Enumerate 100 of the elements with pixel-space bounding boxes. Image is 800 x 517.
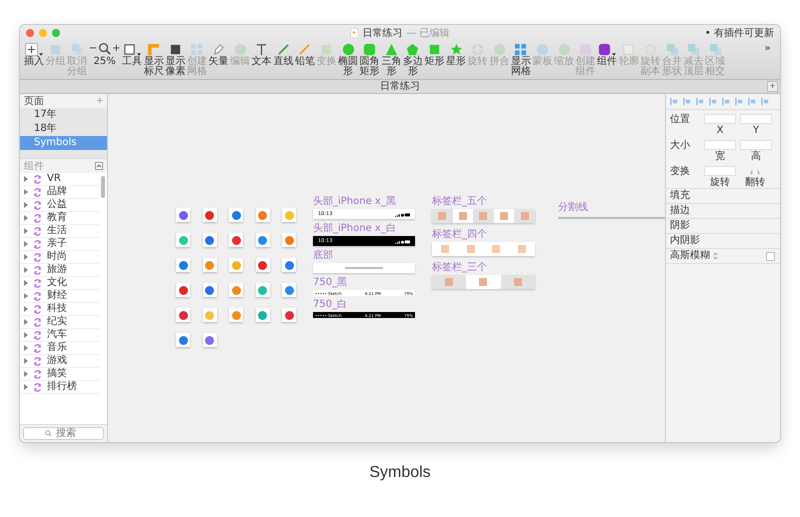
toolbar-button[interactable]: 矩形 — [424, 41, 444, 67]
layer-item[interactable]: 游戏 — [20, 355, 99, 368]
disclosure-icon[interactable] — [24, 371, 28, 377]
disclosure-icon[interactable] — [24, 228, 28, 234]
align-icon[interactable] — [670, 97, 679, 106]
collapse-icon[interactable] — [95, 162, 103, 170]
zoom-in-button[interactable]: + — [112, 44, 121, 54]
icon-tile[interactable] — [176, 283, 190, 297]
disclosure-icon[interactable] — [24, 306, 28, 312]
input-field[interactable] — [704, 166, 736, 176]
disclosure-icon[interactable] — [24, 332, 28, 338]
layer-item[interactable]: 搞笑 — [20, 368, 99, 381]
disclosure-icon[interactable] — [24, 293, 28, 299]
toolbar-button[interactable]: 显示网格 — [510, 41, 531, 77]
inspector-section[interactable]: 阴影 — [666, 218, 780, 233]
zoom-button[interactable] — [52, 28, 60, 36]
toolbar-button[interactable]: 工具 — [122, 41, 142, 67]
layer-item[interactable]: VR — [20, 173, 99, 186]
icon-tile[interactable] — [282, 283, 296, 297]
toolbar-button[interactable]: 椭圆形 — [338, 41, 358, 77]
more-tools-button[interactable]: » — [759, 41, 776, 54]
layer-item[interactable]: 财经 — [20, 290, 99, 303]
align-icon[interactable] — [748, 97, 757, 106]
toolbar-button[interactable]: 直线 — [273, 41, 294, 67]
flip-icon[interactable] — [748, 168, 762, 174]
icon-tile[interactable] — [202, 283, 216, 297]
layer-item[interactable]: 排行榜 — [20, 381, 99, 394]
icon-tile[interactable] — [256, 308, 270, 322]
toolbar-button[interactable]: 圆角矩形 — [360, 41, 380, 77]
icon-tile[interactable] — [256, 258, 270, 272]
icon-tile[interactable] — [176, 208, 190, 222]
toolbar-button[interactable]: 铅笔 — [294, 41, 315, 67]
toolbar-button[interactable]: 显示标尺 — [144, 41, 164, 77]
input-field[interactable] — [704, 140, 736, 150]
icon-tile[interactable] — [176, 333, 190, 347]
align-icon[interactable] — [722, 97, 731, 106]
layer-item[interactable]: 公益 — [20, 199, 99, 212]
tab-bar-symbol[interactable] — [432, 275, 535, 289]
input-field[interactable] — [704, 114, 736, 124]
toolbar-button[interactable]: 多边形 — [402, 41, 423, 77]
plugin-update-notice[interactable]: • 有插件可更新 — [704, 26, 774, 40]
align-icon[interactable] — [735, 97, 744, 106]
disclosure-icon[interactable] — [24, 189, 28, 195]
blur-label[interactable]: 高斯模糊 — [670, 249, 710, 263]
icon-tile[interactable] — [202, 233, 216, 247]
search-icon[interactable] — [98, 42, 112, 55]
inspector-section[interactable]: 描边 — [666, 203, 780, 218]
toolbar-button[interactable]: 插入 — [24, 41, 44, 67]
icon-tile[interactable] — [256, 283, 270, 297]
disclosure-icon[interactable] — [24, 215, 28, 221]
disclosure-icon[interactable] — [24, 254, 28, 260]
icon-tile[interactable] — [282, 233, 296, 247]
tab-bar-symbol[interactable] — [432, 242, 535, 256]
layer-item[interactable]: 时尚 — [20, 251, 99, 264]
disclosure-icon[interactable] — [24, 176, 28, 182]
align-icon[interactable] — [761, 97, 770, 106]
zoom-control[interactable]: − + 25% — [88, 41, 121, 67]
icon-tile[interactable] — [176, 233, 190, 247]
icon-tile[interactable] — [256, 208, 270, 222]
disclosure-icon[interactable] — [24, 202, 28, 208]
icon-tile[interactable] — [229, 233, 243, 247]
icon-tile[interactable] — [202, 333, 216, 347]
close-button[interactable] — [26, 28, 34, 36]
icon-tile[interactable] — [202, 308, 216, 322]
toolbar-button[interactable]: 组件 — [597, 41, 618, 67]
layer-item[interactable]: 亲子 — [20, 238, 99, 251]
icon-tile[interactable] — [282, 258, 296, 272]
disclosure-icon[interactable] — [24, 358, 28, 364]
checkbox[interactable] — [766, 252, 775, 260]
layer-item[interactable]: 教育 — [20, 212, 99, 225]
layer-item[interactable]: 汽车 — [20, 329, 99, 342]
icon-tile[interactable] — [229, 258, 243, 272]
align-icon[interactable] — [696, 97, 705, 106]
icon-tile[interactable] — [256, 233, 270, 247]
input-field[interactable] — [740, 114, 772, 124]
page-item[interactable]: 18年 — [20, 122, 107, 136]
layer-item[interactable]: 品牌 — [20, 186, 99, 199]
disclosure-icon[interactable] — [24, 267, 28, 273]
home-bar-symbol[interactable] — [313, 263, 415, 273]
disclosure-icon[interactable] — [24, 384, 28, 390]
add-tab-button[interactable]: + — [767, 81, 778, 92]
inspector-section[interactable]: 填充 — [666, 188, 780, 203]
icon-tile[interactable] — [282, 208, 296, 222]
toolbar-button[interactable]: 星形 — [446, 41, 466, 67]
disclosure-icon[interactable] — [24, 280, 28, 286]
icon-tile[interactable] — [176, 308, 190, 322]
layer-item[interactable]: 纪实 — [20, 316, 99, 329]
disclosure-icon[interactable] — [24, 241, 28, 247]
icon-tile[interactable] — [229, 208, 243, 222]
icon-tile[interactable] — [229, 308, 243, 322]
align-icon[interactable] — [709, 97, 718, 106]
toolbar-button[interactable]: 显示像素 — [165, 41, 186, 77]
document-tab[interactable]: 日常练习 — [380, 80, 420, 92]
icon-tile[interactable] — [229, 283, 243, 297]
layer-item[interactable]: 文化 — [20, 277, 99, 290]
scrollbar[interactable] — [101, 176, 105, 198]
disclosure-icon[interactable] — [24, 319, 28, 325]
layer-item[interactable]: 生活 — [20, 225, 99, 238]
align-icon[interactable] — [683, 97, 692, 106]
layer-item[interactable]: 旅游 — [20, 264, 99, 277]
